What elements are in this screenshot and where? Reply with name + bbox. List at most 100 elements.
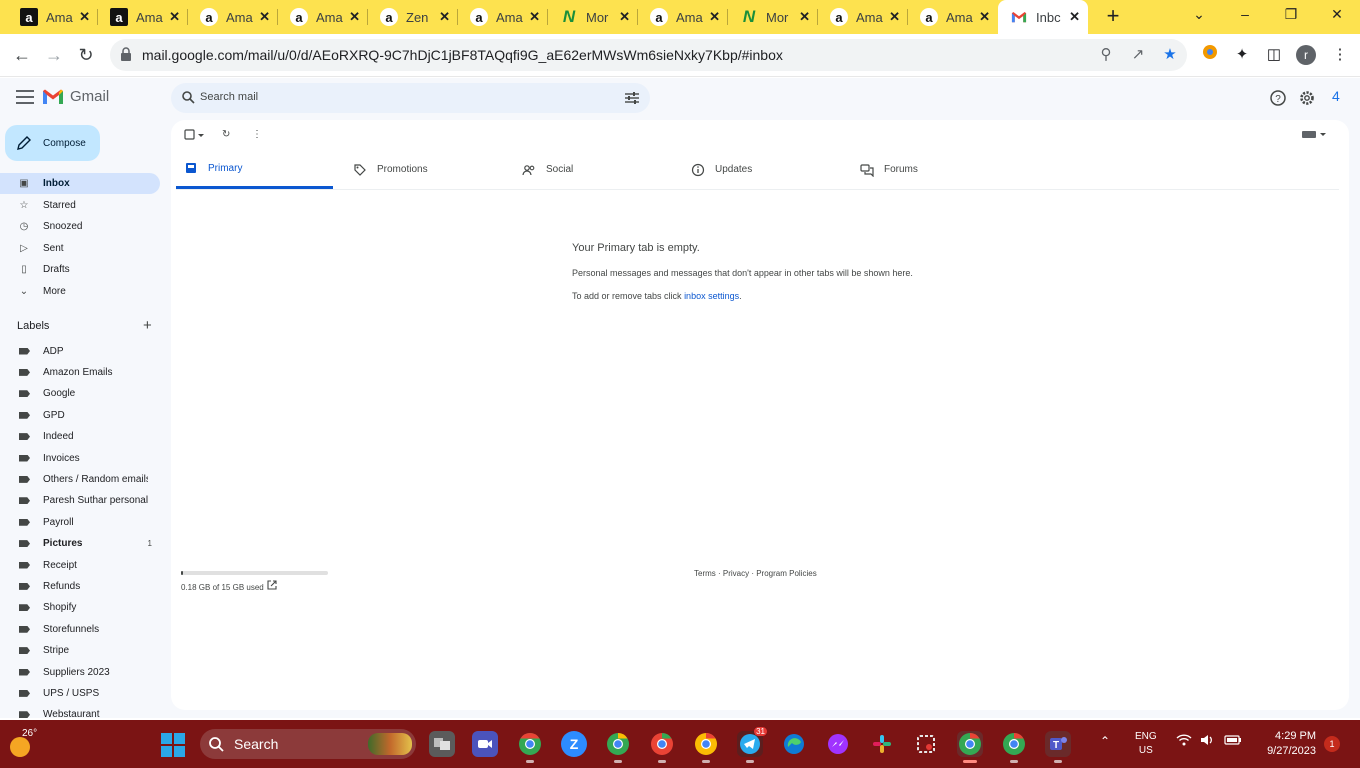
gmail-logo[interactable]: Gmail <box>42 88 109 105</box>
chrome-profile-icon-2[interactable] <box>605 731 631 763</box>
sidebar-item-snoozed[interactable]: ◷ Snoozed <box>0 216 160 237</box>
minimize-button[interactable]: – <box>1235 6 1255 22</box>
input-tools-icon[interactable] <box>1301 129 1327 143</box>
windows-start-icon[interactable] <box>161 733 185 757</box>
label-item-paresh-suthar-personal[interactable]: Paresh Suthar personal ... <box>0 491 160 511</box>
close-tab-icon[interactable]: ✕ <box>1069 9 1080 25</box>
sidebar-item-drafts[interactable]: ▯ Drafts <box>0 259 160 280</box>
browser-tab-9[interactable]: N Mor ✕ <box>728 0 818 34</box>
label-item-ups-usps[interactable]: UPS / USPS <box>0 683 160 703</box>
browser-tab-5[interactable]: a Zen ✕ <box>368 0 458 34</box>
browser-tab-12[interactable]: Inbc ✕ <box>998 0 1088 34</box>
close-tab-icon[interactable]: ✕ <box>349 9 360 25</box>
open-storage-link-icon[interactable] <box>267 580 277 590</box>
label-item-refunds[interactable]: Refunds <box>0 576 160 596</box>
tab-social[interactable]: Social <box>514 150 671 189</box>
settings-gear-icon[interactable] <box>1298 89 1316 107</box>
label-item-indeed[interactable]: Indeed <box>0 427 160 447</box>
search-icon[interactable] <box>181 90 195 104</box>
chrome-profile-icon-4[interactable] <box>693 731 719 763</box>
label-item-stripe[interactable]: Stripe <box>0 641 160 661</box>
edge-icon[interactable] <box>781 731 807 757</box>
chrome-icon[interactable] <box>517 731 543 763</box>
label-item-receipt[interactable]: Receipt <box>0 555 160 575</box>
lock-icon[interactable] <box>120 47 132 61</box>
close-tab-icon[interactable]: ✕ <box>979 9 990 25</box>
label-item-adp[interactable]: ADP <box>0 341 160 361</box>
add-label-icon[interactable]: + <box>143 317 152 334</box>
task-view-icon[interactable] <box>429 731 455 757</box>
more-actions-icon[interactable]: ⋮ <box>252 129 262 143</box>
sidebar-item-sent[interactable]: ▷ Sent <box>0 238 160 259</box>
search-options-icon[interactable] <box>624 90 640 106</box>
snipping-tool-icon[interactable] <box>913 731 939 757</box>
search-bar[interactable]: Search mail <box>171 83 650 113</box>
bookmark-star-icon[interactable]: ★ <box>1160 45 1180 65</box>
tab-search-icon[interactable]: ⌄ <box>1189 6 1209 23</box>
browser-tab-7[interactable]: N Mor ✕ <box>548 0 638 34</box>
label-item-gpd[interactable]: GPD <box>0 405 160 425</box>
close-window-button[interactable]: ✕ <box>1327 6 1347 23</box>
sidebar-item-inbox[interactable]: ▣ Inbox <box>0 173 160 194</box>
meet-now-icon[interactable] <box>472 731 498 757</box>
help-icon[interactable]: ? <box>1269 89 1287 107</box>
chrome-menu-icon[interactable]: ⋮ <box>1329 44 1351 66</box>
label-item-invoices[interactable]: Invoices <box>0 448 160 468</box>
restore-button[interactable]: ❐ <box>1281 6 1301 23</box>
notification-badge[interactable]: 1 <box>1324 736 1340 752</box>
label-item-amazon-emails[interactable]: Amazon Emails <box>0 362 160 382</box>
zoom-icon[interactable]: ⚲ <box>1096 45 1116 65</box>
side-panel-icon[interactable]: ◫ <box>1263 44 1285 66</box>
refresh-icon[interactable]: ↻ <box>222 129 230 143</box>
system-clock[interactable]: 4:29 PM 9/27/2023 <box>1256 729 1316 759</box>
share-icon[interactable]: ↗ <box>1128 45 1148 65</box>
new-tab-button[interactable]: + <box>1101 5 1125 29</box>
slack-icon[interactable] <box>869 731 895 757</box>
sidebar-item-more[interactable]: ⌄ More <box>0 281 160 302</box>
volume-icon[interactable] <box>1200 734 1216 749</box>
profile-avatar[interactable]: r <box>1296 45 1316 65</box>
browser-tab-10[interactable]: a Ama ✕ <box>818 0 908 34</box>
browser-tab-1[interactable]: a Ama ✕ <box>8 0 98 34</box>
url-text[interactable]: mail.google.com/mail/u/0/d/AEoRXRQ-9C7hD… <box>142 47 783 63</box>
tab-promotions[interactable]: Promotions <box>345 150 502 189</box>
label-item-shopify[interactable]: Shopify <box>0 598 160 618</box>
close-tab-icon[interactable]: ✕ <box>709 9 720 25</box>
zoom-app-icon[interactable]: Z <box>561 731 587 757</box>
teams-icon[interactable]: T <box>1045 731 1071 763</box>
google-account-avatar[interactable]: 4 <box>1332 88 1352 108</box>
tab-updates[interactable]: Updates <box>683 150 840 189</box>
extension-icon-orange[interactable] <box>1199 44 1221 66</box>
tab-primary[interactable]: Primary <box>176 150 333 189</box>
taskbar-search[interactable]: Search <box>200 729 416 759</box>
label-item-pictures[interactable]: Pictures 1 <box>0 534 160 554</box>
browser-tab-3[interactable]: a Ama ✕ <box>188 0 278 34</box>
back-button[interactable]: ← <box>10 43 34 67</box>
chrome-active-profile-icon[interactable] <box>957 731 983 763</box>
close-tab-icon[interactable]: ✕ <box>799 9 810 25</box>
label-item-others-random-emails[interactable]: Others / Random emails <box>0 469 160 489</box>
browser-tab-8[interactable]: a Ama ✕ <box>638 0 728 34</box>
close-tab-icon[interactable]: ✕ <box>529 9 540 25</box>
footer-policy-links[interactable]: Terms · Privacy · Program Policies <box>694 569 817 578</box>
show-hidden-icons-chevron[interactable]: ⌃ <box>1100 734 1110 748</box>
sidebar-item-starred[interactable]: ☆ Starred <box>0 195 160 216</box>
puzzle-extensions-icon[interactable]: ✦ <box>1231 44 1253 66</box>
browser-tab-11[interactable]: a Ama ✕ <box>908 0 998 34</box>
close-tab-icon[interactable]: ✕ <box>439 9 450 25</box>
main-menu-icon[interactable] <box>16 90 34 104</box>
browser-tab-2[interactable]: a Ama ✕ <box>98 0 188 34</box>
chrome-profile-icon-6[interactable] <box>1001 731 1027 763</box>
forward-button[interactable]: → <box>42 43 66 67</box>
close-tab-icon[interactable]: ✕ <box>169 9 180 25</box>
select-all-checkbox[interactable] <box>184 129 206 143</box>
address-bar[interactable]: mail.google.com/mail/u/0/d/AEoRXRQ-9C7hD… <box>110 39 1187 71</box>
close-tab-icon[interactable]: ✕ <box>79 9 90 25</box>
label-item-storefunnels[interactable]: Storefunnels <box>0 619 160 639</box>
inbox-settings-link[interactable]: inbox settings <box>684 291 739 301</box>
battery-icon[interactable] <box>1224 734 1242 748</box>
browser-tab-4[interactable]: a Ama ✕ <box>278 0 368 34</box>
reload-button[interactable]: ↻ <box>74 43 98 67</box>
close-tab-icon[interactable]: ✕ <box>619 9 630 25</box>
label-item-google[interactable]: Google <box>0 384 160 404</box>
